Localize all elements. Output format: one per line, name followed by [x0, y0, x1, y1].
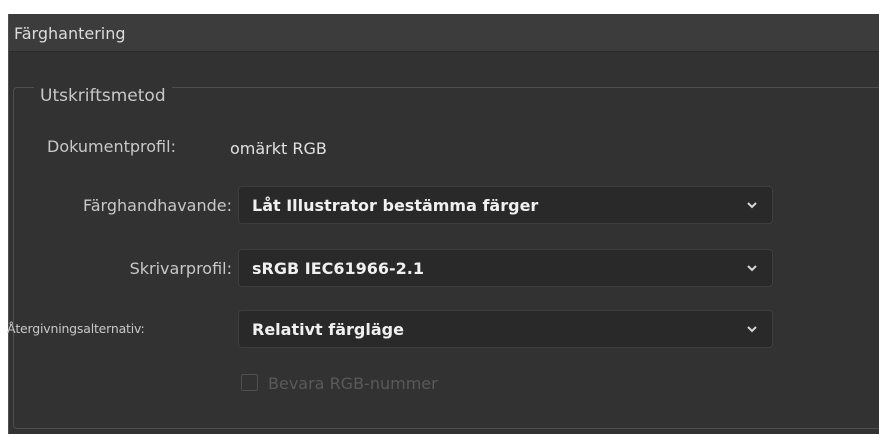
- printer-profile-selected: sRGB IEC61966-2.1: [252, 259, 425, 278]
- panel-title: Färghantering: [14, 24, 126, 43]
- rendering-intent-selected: Relativt färgläge: [252, 320, 404, 339]
- printer-profile-label: Skrivarprofil:: [129, 259, 232, 278]
- printer-profile-select[interactable]: sRGB IEC61966-2.1: [238, 249, 773, 287]
- color-handling-selected: Låt Illustrator bestämma färger: [252, 196, 539, 215]
- chevron-down-icon: [747, 202, 757, 209]
- panel-header[interactable]: Färghantering: [9, 14, 879, 52]
- chevron-down-icon: [747, 265, 757, 272]
- preserve-rgb-label: Bevara RGB-nummer: [268, 374, 438, 393]
- color-handling-select[interactable]: Låt Illustrator bestämma färger: [238, 186, 773, 224]
- color-handling-label: Färghandhavande:: [83, 196, 232, 215]
- rendering-intent-select[interactable]: Relativt färgläge: [238, 310, 773, 348]
- rendering-intent-label: Återgivningsalternativ:: [7, 321, 145, 336]
- chevron-down-icon: [747, 326, 757, 333]
- preserve-rgb-checkbox[interactable]: [241, 374, 258, 391]
- document-profile-label: Dokumentprofil:: [47, 137, 176, 156]
- print-method-legend: Utskriftsmetod: [34, 86, 172, 106]
- document-profile-value: omärkt RGB: [230, 139, 327, 158]
